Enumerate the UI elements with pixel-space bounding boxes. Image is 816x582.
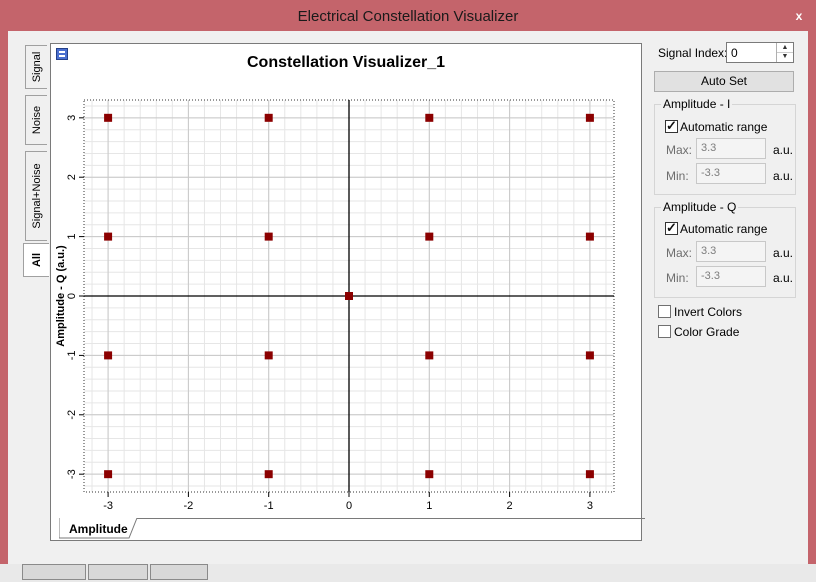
constellation-point <box>264 113 273 122</box>
y-tick-label: -1 <box>66 351 78 361</box>
amp-q-auto-range-checkbox[interactable] <box>665 220 678 236</box>
x-tick-label: 2 <box>507 500 513 512</box>
constellation-point <box>425 232 434 241</box>
amp-q-min-label: Min: <box>666 271 689 285</box>
constellation-point <box>345 292 353 300</box>
amp-q-auto-range-label: Automatic range <box>680 222 768 236</box>
signal-index-spinner[interactable]: 0 ▲ ▼ <box>726 42 794 63</box>
amp-q-min-unit: a.u. <box>773 271 794 285</box>
constellation-point <box>425 351 434 360</box>
tab-amplitude[interactable]: Amplitude <box>69 522 128 536</box>
y-tick-label: 2 <box>66 174 78 180</box>
background-tab <box>150 564 208 580</box>
tab-noise-label: Noise <box>30 105 43 135</box>
visualizer-window: Electrical Constellation Visualizer x Si… <box>0 0 816 572</box>
amplitude-q-legend: Amplitude - Q <box>661 200 739 214</box>
invert-colors-checkbox[interactable] <box>658 305 671 318</box>
constellation-point <box>585 113 594 122</box>
amp-i-min-unit: a.u. <box>773 169 794 183</box>
amp-i-auto-range-checkbox[interactable] <box>665 118 678 134</box>
constellation-point <box>264 470 273 479</box>
y-axis-label: Amplitude - Q (a.u.) <box>55 245 67 347</box>
amp-i-max-unit: a.u. <box>773 143 794 157</box>
amp-q-max-unit: a.u. <box>773 246 794 260</box>
constellation-point <box>264 232 273 241</box>
y-tick-label: -3 <box>66 469 78 479</box>
amp-i-max-field[interactable]: 3.3 <box>696 138 766 159</box>
y-tick-label: 0 <box>66 293 78 299</box>
x-tick-label: 3 <box>587 500 593 512</box>
constellation-point <box>104 351 113 360</box>
tab-all-label: All <box>30 252 43 268</box>
invert-colors-label: Invert Colors <box>674 305 743 319</box>
background-tab <box>88 564 148 580</box>
amp-i-auto-range-label: Automatic range <box>680 120 768 134</box>
constellation-point <box>104 232 113 241</box>
constellation-point <box>104 470 113 479</box>
x-tick-label: -1 <box>264 500 274 512</box>
tab-signal-noise-label: Signal+Noise <box>30 163 43 229</box>
constellation-plot[interactable]: -3 -2 -1 0 1 2 3 -3 -2 -1 0 1 2 3 Amplitude - I (a.u.)… <box>51 44 641 514</box>
window-client: Signal Noise Signal+Noise All Constellat… <box>8 31 808 564</box>
x-tick-label: 1 <box>426 500 432 512</box>
constellation-point <box>585 351 594 360</box>
amp-q-max-field[interactable]: 3.3 <box>696 241 766 262</box>
amp-i-min-field[interactable]: -3.3 <box>696 163 766 184</box>
close-icon[interactable]: x <box>790 8 808 24</box>
color-grade-label: Color Grade <box>674 325 740 339</box>
window-title: Electrical Constellation Visualizer <box>297 8 519 25</box>
x-tick-label: -2 <box>184 500 194 512</box>
amp-i-min-label: Min: <box>666 169 689 183</box>
color-grade-checkbox[interactable] <box>658 325 671 338</box>
x-axis-label: Amplitude - I (a.u.) <box>301 513 397 514</box>
tab-signal-label: Signal <box>30 51 43 83</box>
constellation-point <box>425 113 434 122</box>
title-bar[interactable]: Electrical Constellation Visualizer x <box>0 0 816 31</box>
background-tab <box>22 564 86 580</box>
auto-set-button[interactable]: Auto Set <box>654 71 794 92</box>
signal-index-label: Signal Index: <box>658 46 728 60</box>
constellation-point <box>585 232 594 241</box>
spin-down-icon[interactable]: ▼ <box>777 52 793 61</box>
constellation-point <box>585 470 594 479</box>
x-tick-label: -3 <box>103 500 113 512</box>
x-tick-label: 0 <box>346 500 352 512</box>
tab-all[interactable]: All <box>23 243 49 277</box>
amplitude-i-legend: Amplitude - I <box>661 97 733 111</box>
constellation-point <box>264 351 273 360</box>
y-tick-label: 1 <box>66 234 78 240</box>
graph-panel: Constellation Visualizer_1 -3 -2 -1 0 1 2 3 -3-… <box>50 43 645 541</box>
amp-i-max-label: Max: <box>666 143 693 157</box>
y-tick-label: -2 <box>66 410 78 420</box>
amp-q-max-label: Max: <box>666 246 693 260</box>
constellation-point <box>104 113 113 122</box>
tab-signal-noise[interactable]: Signal+Noise <box>25 151 47 241</box>
constellation-point <box>425 470 434 479</box>
tab-noise[interactable]: Noise <box>25 95 47 145</box>
signal-index-value: 0 <box>731 46 738 60</box>
amp-q-min-field[interactable]: -3.3 <box>696 266 766 287</box>
y-tick-label: 3 <box>66 115 78 121</box>
tab-signal[interactable]: Signal <box>25 45 47 89</box>
